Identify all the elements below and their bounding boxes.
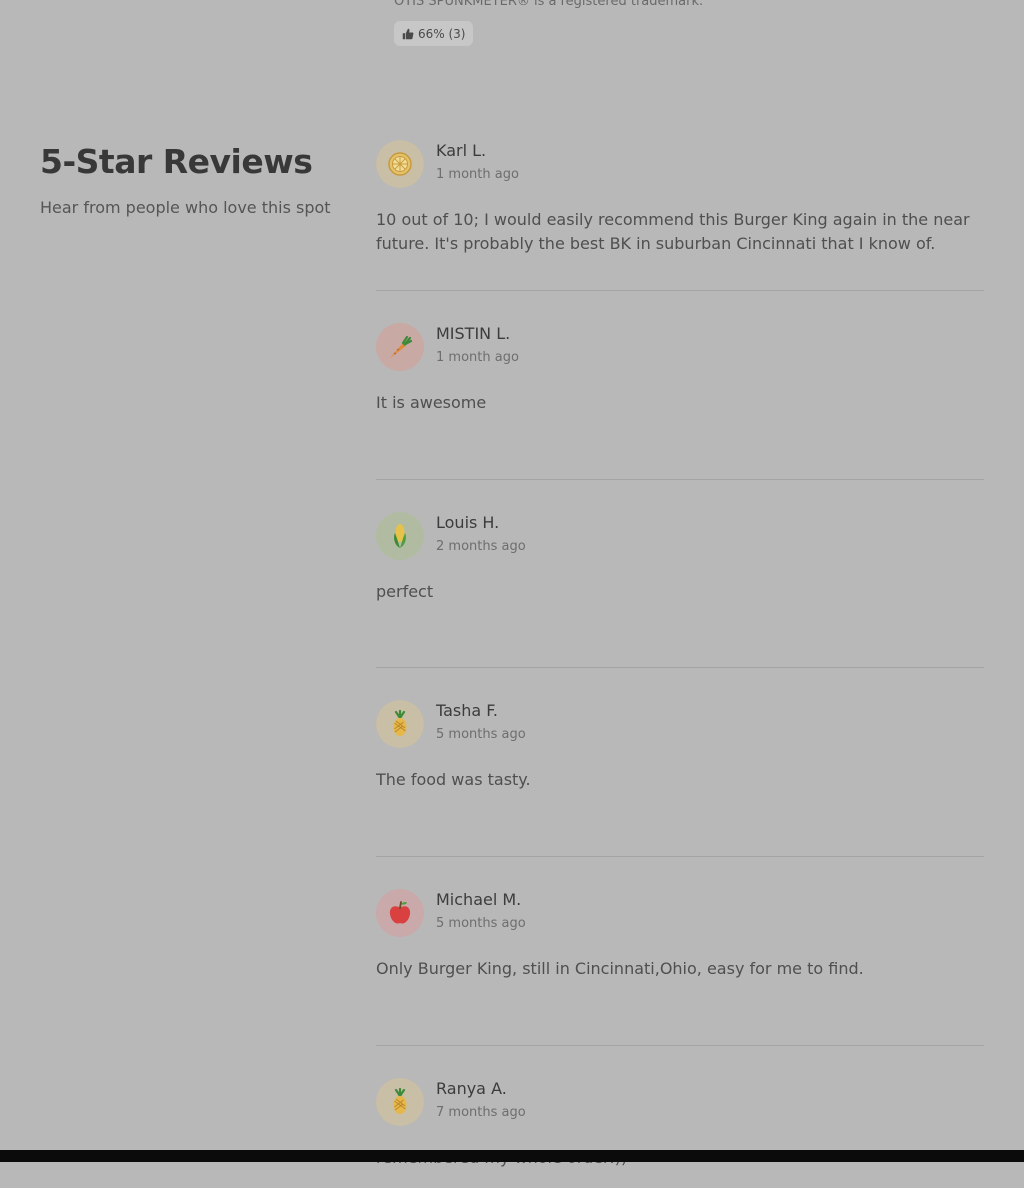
reviewer-avatar xyxy=(376,512,424,560)
review-time: 2 months ago xyxy=(436,539,526,554)
reviewer-avatar xyxy=(376,700,424,748)
review-item: Louis H. 2 months ago perfect xyxy=(376,512,984,668)
reviewer-avatar xyxy=(376,889,424,937)
reviewer-name: Michael M. xyxy=(436,890,522,909)
reviewer-name: Tasha F. xyxy=(436,701,499,720)
review-time: 5 months ago xyxy=(436,727,526,742)
review-time: 7 months ago xyxy=(436,1105,526,1120)
review-text: Only Burger King, still in Cincinnati,Oh… xyxy=(376,959,864,978)
footer-bar xyxy=(0,1150,1024,1162)
review-text: The food was tasty. xyxy=(376,770,531,789)
review-item: MISTIN L. 1 month ago It is awesome xyxy=(376,323,984,480)
pineapple-icon xyxy=(393,1087,407,1114)
review-text: 10 out of 10; I would easily recommend t… xyxy=(376,210,970,253)
vote-percentage: 66% (3) xyxy=(418,26,466,41)
review-item: Karl L. 1 month ago 10 out of 10; I woul… xyxy=(376,140,984,291)
corn-icon xyxy=(394,524,406,548)
review-text: perfect xyxy=(376,582,434,601)
review-time: 1 month ago xyxy=(436,350,519,365)
reviewer-name: Karl L. xyxy=(436,141,487,160)
thumbs-up-icon xyxy=(402,28,414,40)
apple-icon xyxy=(389,901,411,924)
section-title: 5-Star Reviews xyxy=(40,142,313,181)
review-time: 1 month ago xyxy=(436,167,519,182)
section-subtitle: Hear from people who love this spot xyxy=(40,198,331,217)
reviewer-avatar xyxy=(376,323,424,371)
reviews-header: 5-Star Reviews Hear from people who love… xyxy=(40,140,340,217)
review-time: 5 months ago xyxy=(436,916,526,931)
review-item: Tasha F. 5 months ago The food was tasty… xyxy=(376,700,984,857)
trademark-note: OTIS SPUNKMEYER® is a registered tradema… xyxy=(394,0,704,9)
reviewer-name: Ranya A. xyxy=(436,1079,507,1098)
reviewer-name: Louis H. xyxy=(436,513,500,532)
review-item: Ranya A. 7 months ago remembered my whol… xyxy=(376,1078,984,1188)
pineapple-icon xyxy=(393,709,407,736)
reviewer-name: MISTIN L. xyxy=(436,324,511,343)
review-item: Michael M. 5 months ago Only Burger King… xyxy=(376,889,984,1046)
review-text: It is awesome xyxy=(376,393,487,412)
helpful-vote-button[interactable]: 66% (3) xyxy=(394,21,474,46)
lemon-icon xyxy=(388,152,412,176)
reviewer-avatar xyxy=(376,140,424,188)
reviewer-avatar xyxy=(376,1078,424,1126)
carrot-icon xyxy=(390,335,413,358)
review-list: Karl L. 1 month ago 10 out of 10; I woul… xyxy=(376,140,984,1188)
